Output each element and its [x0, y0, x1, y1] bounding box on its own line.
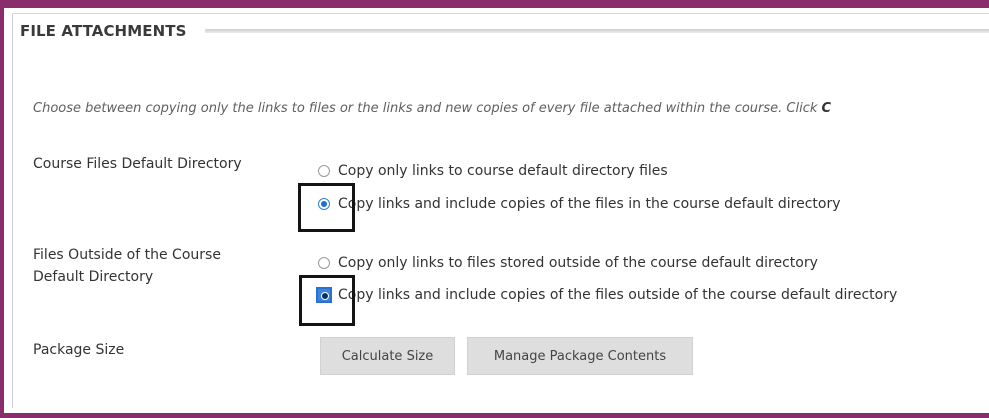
outside-files-option-links-only[interactable]: Copy only links to files stored outside … [318, 252, 818, 274]
manage-package-contents-button[interactable]: Manage Package Contents [467, 337, 693, 375]
instruction-cut-text: C [821, 101, 832, 116]
highlight-box-course-radio [298, 183, 355, 232]
section-title-rule [205, 29, 989, 33]
outside-files-option-links-only-label: Copy only links to files stored outside … [338, 255, 818, 271]
highlight-box-outside-radio [299, 275, 355, 326]
outside-files-option-include-copies[interactable]: Copy links and include copies of the fil… [316, 284, 898, 306]
radio-outside-links-only[interactable] [318, 257, 330, 269]
course-files-option-links-only[interactable]: Copy only links to course default direct… [318, 160, 668, 182]
course-files-label: Course Files Default Directory [33, 156, 242, 172]
radio-course-links-only[interactable] [318, 165, 330, 177]
outside-files-label: Files Outside of the Course Default Dire… [33, 244, 221, 288]
section-title: FILE ATTACHMENTS [20, 22, 201, 40]
instruction-text: Choose between copying only the links to… [33, 101, 831, 116]
instruction-main: Choose between copying only the links to… [33, 101, 818, 116]
outside-files-option-include-copies-label: Copy links and include copies of the fil… [338, 287, 898, 303]
outside-files-label-line2: Default Directory [33, 269, 154, 285]
course-files-option-include-copies[interactable]: Copy links and include copies of the fil… [318, 193, 841, 215]
calculate-size-button[interactable]: Calculate Size [320, 337, 455, 375]
outside-files-label-line1: Files Outside of the Course [33, 247, 221, 263]
package-size-label: Package Size [33, 342, 125, 358]
course-files-option-include-copies-label: Copy links and include copies of the fil… [338, 196, 841, 212]
course-files-option-links-only-label: Copy only links to course default direct… [338, 163, 668, 179]
